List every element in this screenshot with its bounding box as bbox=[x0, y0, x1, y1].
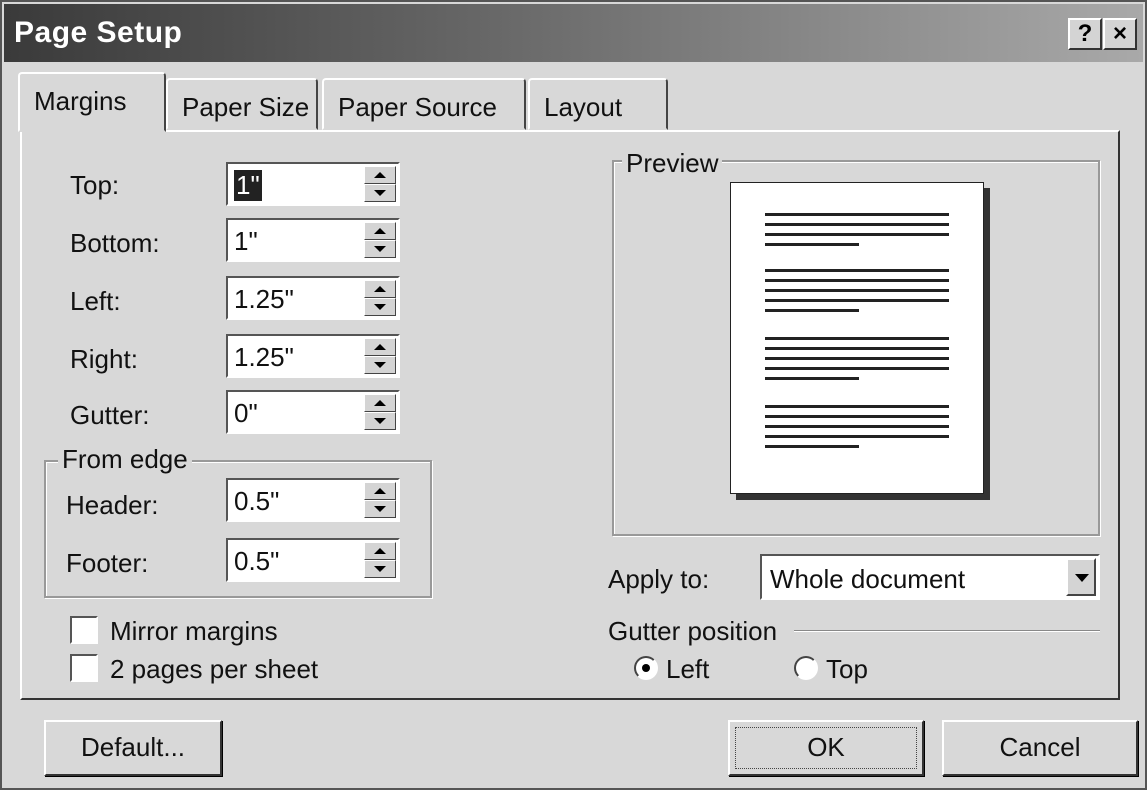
help-button[interactable]: ? bbox=[1068, 18, 1102, 50]
tab-layout-label: Layout bbox=[544, 92, 623, 122]
tab-paper-size-label: Paper Size bbox=[182, 92, 310, 122]
default-button[interactable]: Default... bbox=[44, 720, 222, 776]
tab-paper-size[interactable]: Paper Size bbox=[166, 78, 318, 130]
window-title: Page Setup bbox=[14, 16, 183, 49]
tab-paper-source[interactable]: Paper Source bbox=[322, 78, 526, 130]
close-button[interactable]: × bbox=[1103, 18, 1137, 50]
tab-margins-label: Margins bbox=[34, 86, 127, 116]
page-setup-dialog: Page Setup ? × Margins Paper Size Paper … bbox=[0, 0, 1147, 790]
title-bar: Page Setup ? × bbox=[4, 4, 1143, 62]
ok-button[interactable]: OK bbox=[728, 720, 924, 776]
margins-tab-panel bbox=[20, 130, 1120, 700]
cancel-button[interactable]: Cancel bbox=[942, 720, 1138, 776]
tab-margins[interactable]: Margins bbox=[18, 72, 166, 132]
tab-layout[interactable]: Layout bbox=[528, 78, 668, 130]
tab-paper-source-label: Paper Source bbox=[338, 92, 497, 122]
